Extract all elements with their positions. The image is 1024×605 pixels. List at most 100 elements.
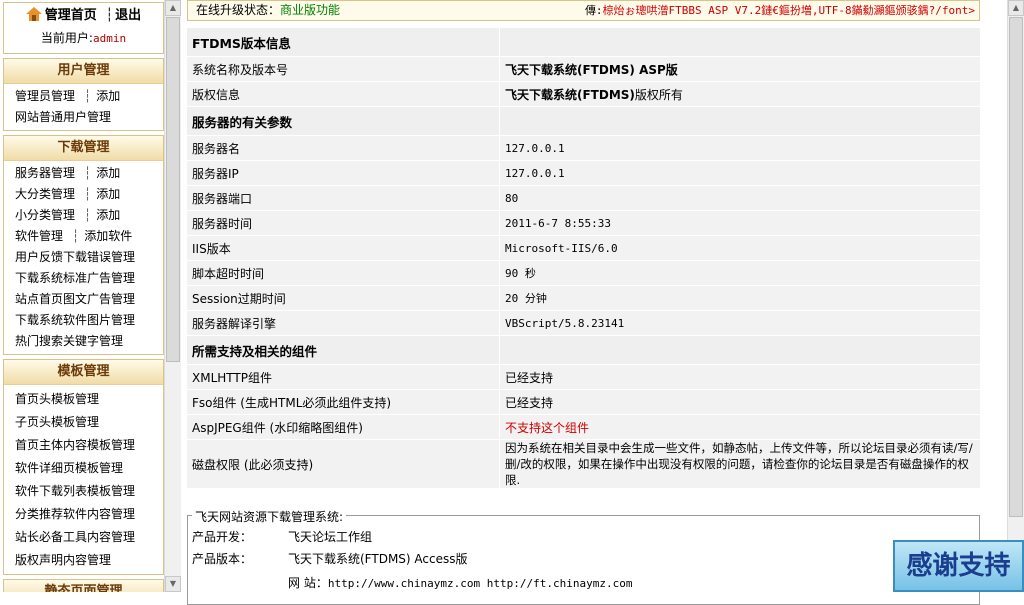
upgrade-status-bar: 在线升级状态：商业版功能 傳:椋炲ぉ璁哄潧FTBBS ASP V7.2鏈€鏂扮増… <box>187 0 980 21</box>
section-header-row: FTDMS版本信息 <box>187 28 980 57</box>
scroll-down-arrow-icon[interactable]: ▼ <box>165 576 181 592</box>
software-add-link[interactable]: 添加软件 <box>84 229 132 243</box>
about-site-label: 网 站： <box>288 576 328 590</box>
header-divider: ┆ <box>105 8 114 23</box>
big-category-link[interactable]: 大分类管理 <box>15 187 75 201</box>
user-manage-link[interactable]: 网站普通用户管理 <box>15 110 111 124</box>
about-site-links[interactable]: http://www.chinaymz.com http://ft.chinay… <box>328 577 633 590</box>
info-key: 磁盘权限 (此必须支持) <box>187 439 500 489</box>
small-category-add-link[interactable]: 添加 <box>96 208 120 222</box>
section-header-row: 所需支持及相关的组件 <box>187 335 980 365</box>
current-user-name: admin <box>92 32 127 45</box>
home-image-ads-link[interactable]: 站点首页图文广告管理 <box>15 292 135 306</box>
section-title: FTDMS版本信息 <box>187 28 500 57</box>
menu-row-copyright: 版权声明内容管理 <box>15 549 163 572</box>
table-row: 脚本超时时间 90 秒 <box>187 260 980 286</box>
current-user-label: 当前用户: <box>40 31 93 45</box>
scroll-up-arrow-icon[interactable]: ▲ <box>1008 0 1024 16</box>
user-management-box: 用户管理 管理员管理 ┆ 添加 网站普通用户管理 <box>3 58 164 131</box>
admin-header-box: 管理首页 ┆ 退出 当前用户:admin <box>3 2 164 54</box>
menu-row-big-category: 大分类管理 ┆ 添加 <box>15 184 163 205</box>
standard-ads-link[interactable]: 下载系统标准广告管理 <box>15 271 135 285</box>
admin-home-link[interactable]: 管理首页 <box>45 8 97 23</box>
scroll-up-arrow-icon[interactable]: ▲ <box>165 0 181 16</box>
menu-row-feedback: 用户反馈下载错误管理 <box>15 247 163 268</box>
server-add-link[interactable]: 添加 <box>96 166 120 180</box>
home-icon <box>25 5 42 21</box>
tools-content-link[interactable]: 站长必备工具内容管理 <box>15 530 135 544</box>
big-category-add-link[interactable]: 添加 <box>96 187 120 201</box>
about-version-value: 飞天下载系统(FTDMS) Access版 <box>288 552 468 566</box>
info-value: 20 分钟 <box>499 285 980 311</box>
menu-row-std-ads: 下载系统标准广告管理 <box>15 268 163 289</box>
upgrade-status-text: 在线升级状态：商业版功能 <box>196 1 340 20</box>
menu-separator: ┆ <box>84 208 92 222</box>
info-value: 80 <box>499 185 980 211</box>
software-images-link[interactable]: 下载系统软件图片管理 <box>15 313 135 327</box>
info-value-rest: 版权所有 <box>634 87 683 102</box>
menu-row-hot-keywords: 热门搜索关键字管理 <box>15 331 163 352</box>
menu-separator: ┆ <box>84 187 92 201</box>
menu-row-home-body: 首页主体内容模板管理 <box>15 434 163 457</box>
sub-header-template-link[interactable]: 子页头模板管理 <box>15 415 99 429</box>
server-manage-link[interactable]: 服务器管理 <box>15 166 75 180</box>
main-content-frame: 在线升级状态：商业版功能 傳:椋炲ぉ璁哄潧FTBBS ASP V7.2鏈€鏂扮増… <box>181 0 1024 605</box>
home-body-template-link[interactable]: 首页主体内容模板管理 <box>15 438 135 452</box>
user-management-title[interactable]: 用户管理 <box>4 59 163 84</box>
info-value: 127.0.0.1 <box>499 135 980 161</box>
about-site-row: 网 站：http://www.chinaymz.com http://ft.ch… <box>288 573 632 593</box>
marquee-prefix: 傳: <box>584 4 603 17</box>
about-dev-label: 产品开发： <box>192 530 253 544</box>
home-header-template-link[interactable]: 首页头模板管理 <box>15 392 99 406</box>
recommend-content-link[interactable]: 分类推荐软件内容管理 <box>15 507 135 521</box>
logout-link[interactable]: 退出 <box>115 8 141 23</box>
menu-row-small-category: 小分类管理 ┆ 添加 <box>15 205 163 226</box>
main-scrollbar[interactable]: ▲ <box>1007 0 1024 592</box>
menu-row-recommend: 分类推荐软件内容管理 <box>15 503 163 526</box>
thanks-support-badge[interactable]: 感谢支持 <box>893 540 1024 592</box>
small-category-link[interactable]: 小分类管理 <box>15 208 75 222</box>
info-key: 服务器解译引擎 <box>187 310 500 336</box>
marquee-text[interactable]: 椋炲ぉ璁哄潧FTBBS ASP V7.2鏈€鏂扮増,UTF-8鏋勬灦鏂颁骇鍝?/… <box>603 4 975 17</box>
table-row: Fso组件 (生成HTML必须此组件支持) 已经支持 <box>187 389 980 415</box>
about-legend: 飞天网站资源下载管理系统: <box>192 508 347 525</box>
download-list-template-link[interactable]: 软件下载列表模板管理 <box>15 484 135 498</box>
info-value: 已经支持 <box>499 364 980 390</box>
software-manage-link[interactable]: 软件管理 <box>15 229 63 243</box>
upgrade-marquee[interactable]: 傳:椋炲ぉ璁哄潧FTBBS ASP V7.2鏈€鏂扮増,UTF-8鏋勬灦鏂颁骇鍝… <box>585 1 975 20</box>
left-scroll-thumb[interactable] <box>166 17 180 362</box>
feedback-link[interactable]: 用户反馈下载错误管理 <box>15 250 135 264</box>
hot-keywords-link[interactable]: 热门搜索关键字管理 <box>15 334 123 348</box>
upgrade-status-label: 在线升级状态： <box>196 3 281 17</box>
info-key: 系统名称及版本号 <box>187 56 500 82</box>
menu-separator: ┆ <box>84 166 92 180</box>
template-management-title[interactable]: 模板管理 <box>4 360 163 385</box>
table-row: 服务器解译引擎 VBScript/5.8.23141 <box>187 310 980 336</box>
info-key: XMLHTTP组件 <box>187 364 500 390</box>
copyright-content-link[interactable]: 版权声明内容管理 <box>15 553 111 567</box>
section-header-row: 服务器的有关参数 <box>187 106 980 136</box>
menu-row-home-header: 首页头模板管理 <box>15 388 163 411</box>
table-row: AspJPEG组件 (水印缩略图组件) 不支持这个组件 <box>187 414 980 440</box>
info-value: 127.0.0.1 <box>499 160 980 186</box>
static-page-title[interactable]: 静态页面管理 <box>4 580 163 592</box>
admin-add-link[interactable]: 添加 <box>96 89 120 103</box>
info-key: 服务器时间 <box>187 210 500 236</box>
main-scroll-thumb[interactable] <box>1009 17 1023 517</box>
table-row: 服务器名 127.0.0.1 <box>187 135 980 161</box>
menu-row-detail: 软件详细页模板管理 <box>15 457 163 480</box>
info-value: 飞天下载系统(FTDMS)版权所有 <box>499 81 980 107</box>
upgrade-status-value: 商业版功能 <box>280 3 341 17</box>
menu-separator: ┆ <box>72 229 80 243</box>
info-key: Fso组件 (生成HTML必须此组件支持) <box>187 389 500 415</box>
left-menu-frame: 管理首页 ┆ 退出 当前用户:admin 用户管理 管理员管理 ┆ 添加 网站普通用户… <box>0 0 181 592</box>
info-value: 2011-6-7 8:55:33 <box>499 210 980 236</box>
detail-template-link[interactable]: 软件详细页模板管理 <box>15 461 123 475</box>
menu-separator: ┆ <box>84 89 92 103</box>
left-scrollbar[interactable]: ▲ ▼ <box>164 0 181 592</box>
download-management-title[interactable]: 下载管理 <box>4 136 163 161</box>
admin-manage-link[interactable]: 管理员管理 <box>15 89 75 103</box>
info-key: 服务器名 <box>187 135 500 161</box>
table-row: IIS版本 Microsoft-IIS/6.0 <box>187 235 980 261</box>
table-row: 磁盘权限 (此必须支持) 因为系统在相关目录中会生成一些文件，如静态帖，上传文件等… <box>187 439 980 489</box>
